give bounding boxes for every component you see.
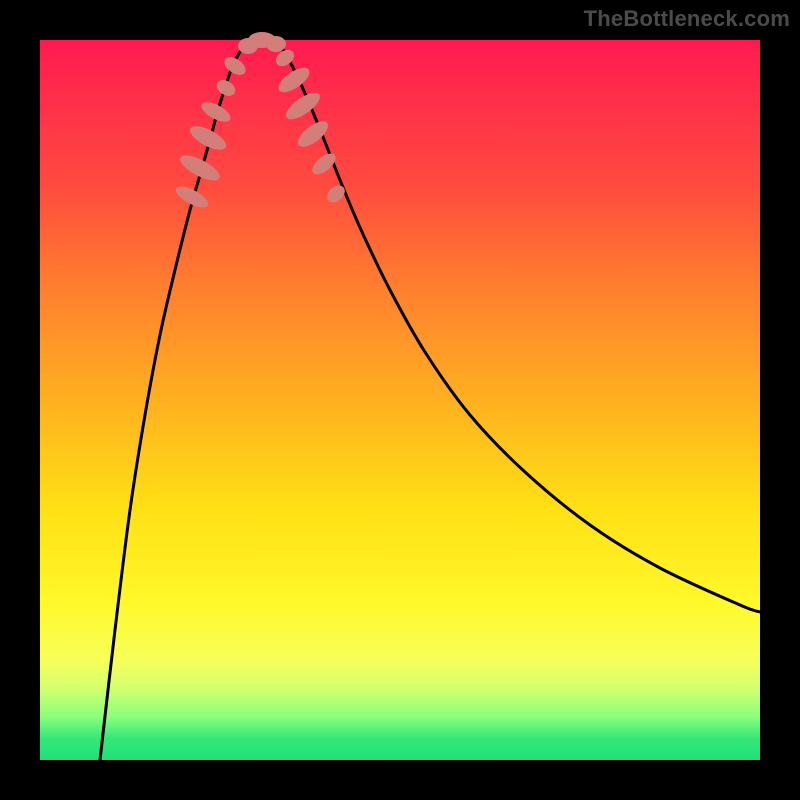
bottleneck-curve [100,40,760,760]
chart-frame: TheBottleneck.com [0,0,800,800]
marker-dot [266,36,286,52]
marker-dot [221,53,249,78]
plot-area [40,40,760,760]
curve-svg [40,40,760,760]
marker-dot [282,88,324,124]
watermark-text: TheBottleneck.com [584,6,790,32]
marker-cluster [173,32,348,212]
